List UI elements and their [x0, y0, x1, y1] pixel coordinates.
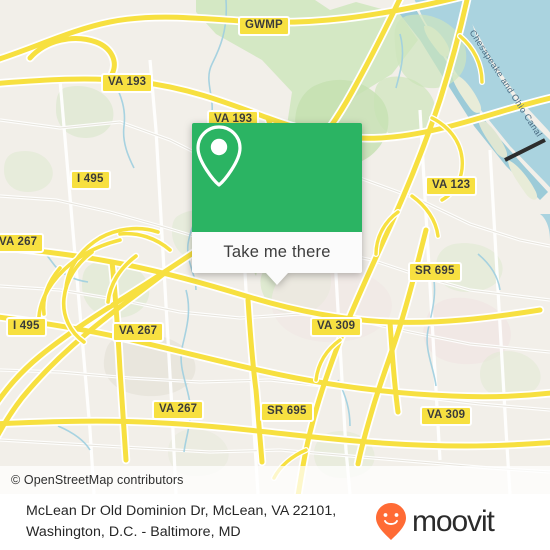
moovit-wordmark: moovit	[412, 505, 495, 538]
road-shield-va-193-w[interactable]: VA 193	[101, 73, 154, 93]
popup-icon-area	[192, 123, 362, 232]
map-screenshot: Chesapeake and Ohio Canal GWMP VA 193 VA…	[0, 0, 550, 550]
address-line-2: Washington, D.C. - Baltimore, MD	[26, 524, 241, 540]
road-shield-gwmp[interactable]: GWMP	[238, 16, 290, 36]
take-me-there-label: Take me there	[223, 243, 331, 261]
road-shield-va-267-c[interactable]: VA 267	[112, 322, 165, 342]
address-line-1: McLean Dr Old Dominion Dr, McLean, VA 22…	[26, 503, 337, 519]
map-canvas[interactable]: Chesapeake and Ohio Canal GWMP VA 193 VA…	[0, 0, 550, 494]
road-shield-i-495-n[interactable]: I 495	[70, 170, 111, 190]
moovit-pin-icon	[376, 503, 406, 540]
road-shield-sr-695-n[interactable]: SR 695	[408, 262, 462, 282]
road-shield-va-267-w[interactable]: VA 267	[0, 233, 45, 253]
road-shield-va-123[interactable]: VA 123	[425, 176, 478, 196]
map-pin-icon	[196, 125, 242, 187]
road-shield-va-267-s[interactable]: VA 267	[152, 400, 205, 420]
road-shield-sr-695-s[interactable]: SR 695	[260, 402, 314, 422]
destination-popup-card[interactable]: Take me there	[192, 123, 362, 285]
popup-action-area[interactable]: Take me there	[192, 232, 362, 273]
popup-pointer-tail	[266, 273, 288, 285]
map-attribution-bar: © OpenStreetMap contributors	[0, 466, 550, 494]
road-shield-va-309-n[interactable]: VA 309	[310, 317, 363, 337]
footer-bar: McLean Dr Old Dominion Dr, McLean, VA 22…	[0, 494, 550, 550]
moovit-logo[interactable]: moovit	[374, 502, 495, 542]
road-shield-va-309-s[interactable]: VA 309	[420, 406, 473, 426]
address-caption: McLean Dr Old Dominion Dr, McLean, VA 22…	[0, 501, 370, 543]
road-shield-i-495-s[interactable]: I 495	[6, 317, 47, 337]
osm-attribution-text[interactable]: © OpenStreetMap contributors	[0, 473, 184, 487]
